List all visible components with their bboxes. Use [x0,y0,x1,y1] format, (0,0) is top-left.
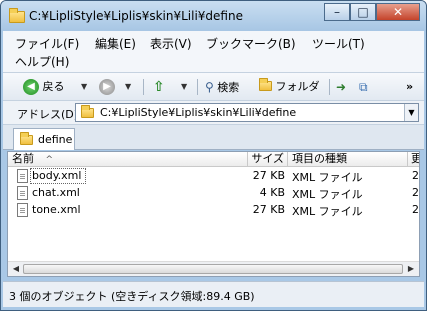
up-dropdown-icon[interactable]: ▼ [181,77,187,97]
move-to-icon[interactable]: ➜ [336,77,346,97]
scroll-left-icon[interactable]: ◀ [9,263,23,275]
file-type: XML ファイル [292,205,363,218]
search-label: 検索 [217,81,240,94]
status-bar: 3 個のオブジェクト (空きディスク領域:89.4 GB) [3,281,424,307]
minimize-button[interactable]: – [324,3,350,21]
xml-file-icon [17,169,28,183]
xml-file-icon [17,186,28,200]
toolbar-separator [329,79,330,95]
back-button[interactable]: ◀ 戻る [23,77,65,97]
window-title: C:¥LipliStyle¥Liplis¥skin¥Lili¥define [29,9,243,23]
horizontal-scrollbar[interactable]: ◀ ▶ [8,261,419,276]
file-type: XML ファイル [292,171,363,184]
column-header-size[interactable]: サイズ [248,152,288,167]
file-name: tone.xml [32,203,81,216]
file-size: 27 KB [252,169,285,182]
folder-icon [20,132,33,145]
address-bar: アドレス(D) C:¥LipliStyle¥Liplis¥skin¥Lili¥d… [3,101,424,125]
menu-file[interactable]: ファイル(F) [15,35,79,52]
list-header: 名前 ^ サイズ 項目の種類 更 [8,152,419,167]
folders-label: フォルダ [275,80,320,93]
explorer-window: C:¥LipliStyle¥Liplis¥skin¥Lili¥define – … [0,0,427,311]
close-button[interactable]: ✕ [376,3,420,21]
copy-to-icon[interactable]: ⧉ [359,77,368,97]
search-button[interactable]: ⚲ 検索 [205,77,239,97]
folder-icon [9,8,25,23]
menu-bar: ファイル(F) 編集(E) 表示(V) ブックマーク(B) ツール(T) ヘルプ… [3,31,424,73]
up-folder-icon[interactable]: ⇧ [153,77,165,97]
menu-help[interactable]: ヘルプ(H) [15,53,69,70]
toolbar: ◀ 戻る ▼ ▶ ▼ ⇧ ▼ ⚲ 検索 フォルダ ➜ ⧉ » [3,73,424,101]
menu-bookmarks[interactable]: ブックマーク(B) [206,35,296,52]
file-type: XML ファイル [292,188,363,201]
toolbar-separator [197,79,198,95]
column-header-date[interactable]: 更 [408,152,419,167]
address-field[interactable]: C:¥LipliStyle¥Liplis¥skin¥Lili¥define ▼ [75,103,419,122]
folder-tree-icon [259,78,272,91]
column-header-type[interactable]: 項目の種類 [288,152,408,167]
table-row[interactable]: chat.xml 4 KB XML ファイル 2 [8,185,419,202]
back-label: 戻る [42,80,65,93]
back-dropdown-icon[interactable]: ▼ [81,77,87,97]
address-label: アドレス(D) [17,108,79,121]
column-header-name[interactable]: 名前 ^ [8,152,248,167]
file-size: 27 KB [252,203,285,216]
status-text: 3 個のオブジェクト (空きディスク領域:89.4 GB) [9,290,255,303]
forward-arrow-icon: ▶ [99,79,115,95]
file-list[interactable]: 名前 ^ サイズ 項目の種類 更 body.xml 27 KB XML ファイル… [7,151,420,277]
address-path: C:¥LipliStyle¥Liplis¥skin¥Lili¥define [100,106,297,119]
scroll-right-icon[interactable]: ▶ [404,263,418,275]
sort-ascending-icon: ^ [45,155,54,165]
menu-tools[interactable]: ツール(T) [312,35,365,52]
address-dropdown-icon[interactable]: ▼ [404,104,418,121]
file-date: 2 [412,186,419,199]
forward-dropdown-icon[interactable]: ▼ [125,77,131,97]
menu-edit[interactable]: 編集(E) [95,35,136,52]
toolbar-separator [143,79,144,95]
maximize-button[interactable]: □ [350,3,376,21]
file-name: body.xml [32,169,82,182]
forward-button[interactable]: ▶ [99,77,115,97]
tab-label: define [38,133,73,146]
file-size: 4 KB [259,186,285,199]
xml-file-icon [17,203,28,217]
table-row[interactable]: body.xml 27 KB XML ファイル 2 [8,168,419,185]
column-name-label: 名前 [12,152,34,165]
menu-view[interactable]: 表示(V) [150,35,192,52]
folders-button[interactable]: フォルダ [259,77,320,97]
search-icon: ⚲ [205,80,214,94]
file-date: 2 [412,169,419,182]
tab-bar: define [3,125,424,150]
table-row[interactable]: tone.xml 27 KB XML ファイル 2 [8,202,419,219]
title-bar[interactable]: C:¥LipliStyle¥Liplis¥skin¥Lili¥define – … [1,1,426,31]
folder-icon [81,105,94,118]
file-name: chat.xml [32,186,80,199]
file-date: 2 [412,203,419,216]
scrollbar-thumb[interactable] [23,264,403,274]
back-arrow-icon: ◀ [23,79,39,95]
tab-define[interactable]: define [13,128,75,150]
toolbar-overflow-icon[interactable]: » [406,77,413,97]
